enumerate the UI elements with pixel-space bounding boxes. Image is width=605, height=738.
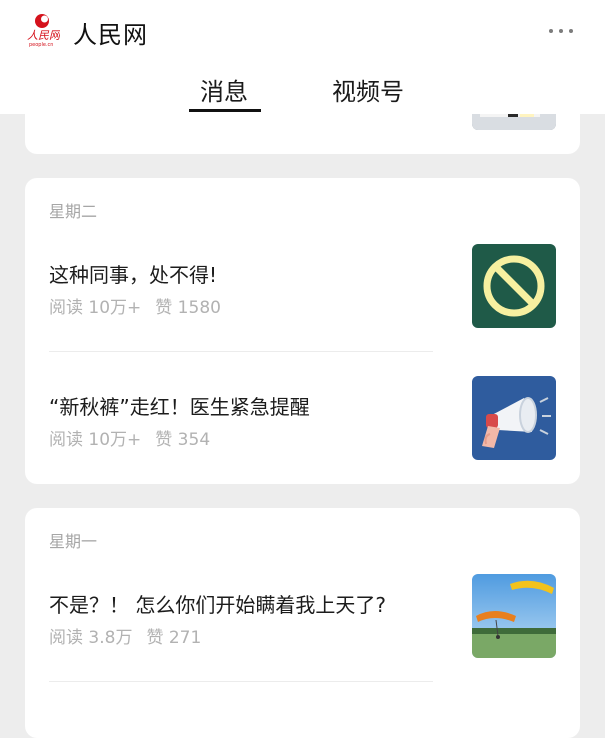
- day-group-card: 星期一 不是？！ 怎么你们开始瞒着我上天了? 阅读 3.8万赞 271: [25, 508, 580, 738]
- paraglider-photo[interactable]: [472, 574, 556, 658]
- divider: [49, 351, 433, 352]
- top-bar: 人民网 people.cn 人民网 消息 视频号: [0, 0, 605, 114]
- read-count: 阅读 10万+: [49, 430, 142, 450]
- tab-messages[interactable]: 消息: [200, 72, 248, 107]
- logo-text: 人民网: [27, 29, 60, 42]
- day-label: 星期一: [49, 532, 98, 551]
- article-stats: 阅读 10万+ 赞 354: [49, 425, 210, 450]
- article-title[interactable]: 不是？！ 怎么你们开始瞒着我上天了?: [49, 589, 386, 618]
- tab-channels[interactable]: 视频号: [332, 72, 404, 107]
- read-count: 阅读 10万+: [49, 298, 142, 318]
- like-count: 赞 354: [155, 430, 211, 450]
- account-name: 人民网: [73, 21, 148, 49]
- more-dots-icon[interactable]: [549, 26, 573, 36]
- logo-subtext: people.cn: [29, 42, 53, 48]
- day-label: 星期二: [49, 202, 98, 221]
- article-stats: 阅读 3.8万赞 271: [49, 623, 201, 648]
- megaphone-icon[interactable]: [472, 376, 556, 460]
- read-count: 阅读 3.8万: [49, 628, 133, 648]
- day-group-card: 星期二 这种同事，处不得! 阅读 10万+ 赞 1580 “新秋裤”走红！医生紧急…: [25, 178, 580, 484]
- like-count: 赞 1580: [155, 298, 221, 318]
- active-tab-indicator: [189, 109, 261, 112]
- people-daily-logo[interactable]: 人民网 people.cn: [26, 12, 62, 48]
- article-title[interactable]: 这种同事，处不得!: [49, 259, 217, 288]
- divider: [49, 681, 433, 682]
- prohibited-sign-icon[interactable]: [472, 244, 556, 328]
- like-count: 赞 271: [146, 628, 202, 648]
- article-stats: 阅读 10万+ 赞 1580: [49, 293, 221, 318]
- article-title[interactable]: “新秋裤”走红！医生紧急提醒: [49, 391, 310, 420]
